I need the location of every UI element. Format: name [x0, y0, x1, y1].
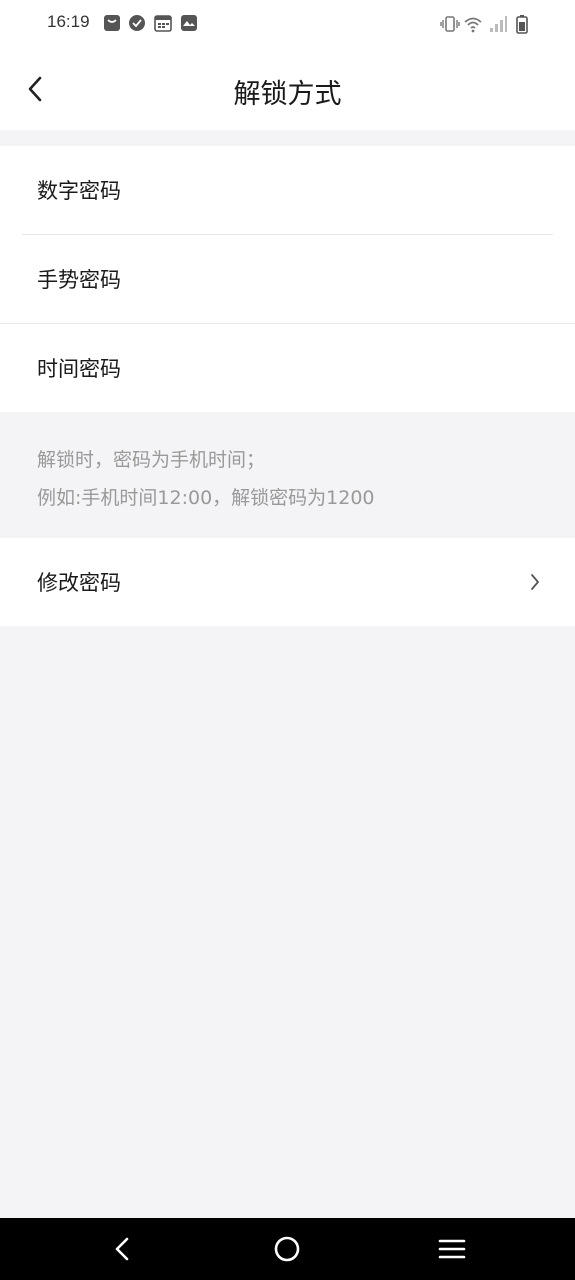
photo-icon: [181, 15, 197, 31]
status-time: 16:19: [47, 12, 90, 31]
bag-icon: [104, 15, 120, 31]
unlock-method-list: 数字密码 手势密码 时间密码: [0, 146, 575, 412]
change-password-label: 修改密码: [37, 571, 121, 595]
hint-line-2: 例如:手机时间12:00，解锁密码为1200: [37, 487, 375, 509]
option-gesture-password[interactable]: 手势密码: [0, 235, 575, 323]
back-triangle-icon: [115, 1237, 129, 1261]
page-title: 解锁方式: [233, 79, 342, 110]
time-password-hint: 解锁时，密码为手机时间； 例如:手机时间12:00，解锁密码为1200: [0, 412, 575, 538]
battery-icon: [516, 15, 528, 34]
nav-back-button[interactable]: [104, 1231, 140, 1267]
option-time-password[interactable]: 时间密码: [0, 324, 575, 412]
menu-lines-icon: [438, 1239, 466, 1259]
navigation-bar: [0, 1218, 575, 1280]
option-label: 时间密码: [37, 357, 121, 381]
nav-home-button[interactable]: [269, 1231, 305, 1267]
change-password-row[interactable]: 修改密码: [0, 538, 575, 626]
check-circle-icon: [129, 15, 145, 31]
wifi-icon: [464, 17, 482, 33]
home-circle-icon: [274, 1236, 300, 1262]
option-label: 手势密码: [37, 268, 121, 292]
option-label: 数字密码: [37, 179, 121, 203]
signal-icon: [490, 16, 507, 32]
calendar-icon: [154, 15, 172, 32]
header: 解锁方式: [0, 48, 575, 130]
status-bar: 16:19: [0, 0, 575, 48]
hint-line-1: 解锁时，密码为手机时间；: [37, 449, 266, 471]
nav-menu-button[interactable]: [434, 1231, 470, 1267]
chevron-right-icon: [531, 574, 539, 590]
option-numeric-password[interactable]: 数字密码: [0, 146, 575, 234]
vibrate-icon: [440, 16, 460, 32]
